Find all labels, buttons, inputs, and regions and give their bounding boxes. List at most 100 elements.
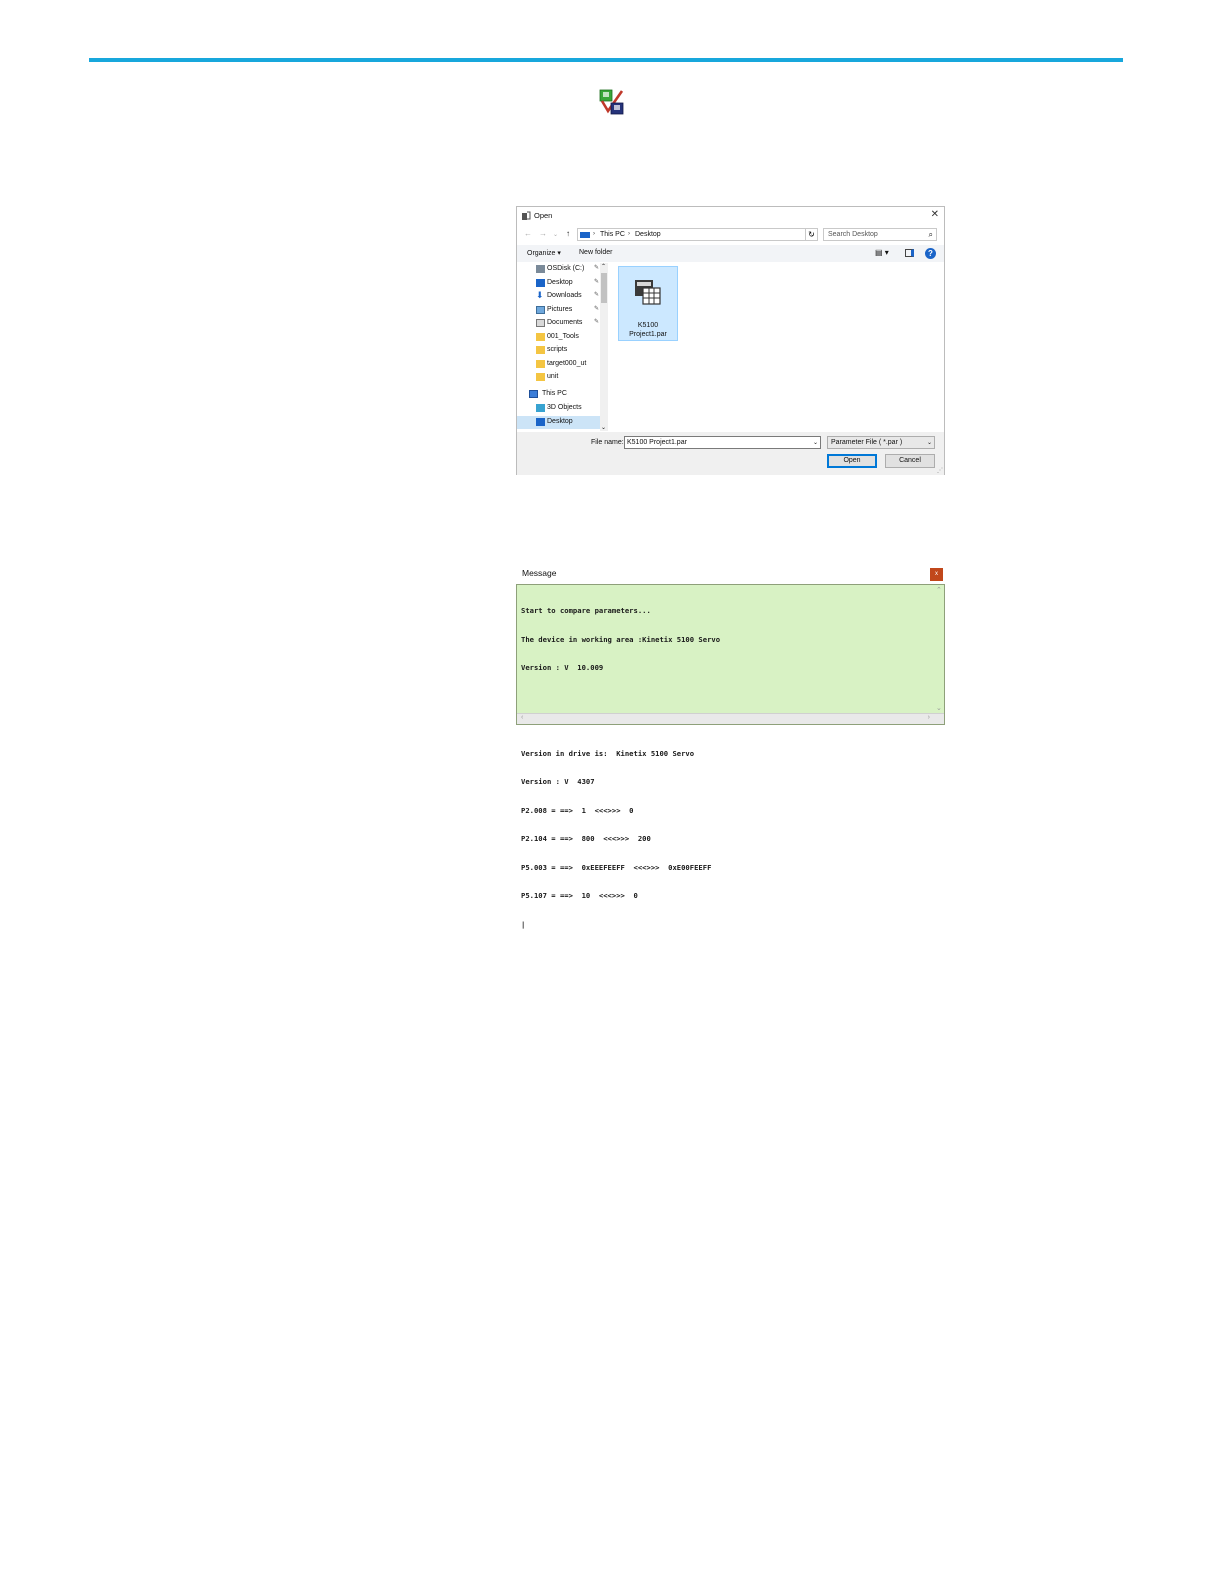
nav-item-desktop-selected[interactable]: Desktop [517, 416, 601, 429]
nav-item-001-tools[interactable]: 001_Tools [517, 331, 601, 344]
pin-icon: ✎ [593, 292, 599, 298]
breadcrumb-desktop[interactable]: Desktop [635, 231, 661, 238]
search-placeholder: Search Desktop [828, 231, 878, 238]
close-icon[interactable]: ✕ [931, 209, 939, 220]
file-name-field[interactable]: K5100 Project1.par ⌄ [624, 436, 821, 449]
open-dialog-icon [522, 211, 531, 220]
scroll-down-arrow-icon[interactable]: ⌄ [601, 424, 606, 431]
open-button[interactable]: Open [827, 454, 877, 468]
scroll-up-arrow-icon[interactable]: ⌃ [936, 586, 942, 594]
nav-item-downloads[interactable]: ⬇ Downloads ✎ [517, 290, 601, 303]
breadcrumb-chevron-icon[interactable]: › [593, 231, 595, 237]
header-rule [89, 58, 1123, 62]
new-folder-button[interactable]: New folder [579, 249, 612, 256]
chevron-down-icon[interactable]: ⌄ [813, 439, 818, 446]
search-input[interactable]: Search Desktop ⌕ [823, 228, 937, 241]
back-arrow-icon[interactable]: ← [524, 229, 532, 238]
navigation-pane: OSDisk (C:) ✎ Desktop ✎ ⬇ Downloads ✎ Pi… [517, 263, 608, 431]
message-title: Message [522, 568, 557, 578]
dialog-toolbar: Organize ▾ New folder ▤ ▾ ? [517, 245, 944, 262]
scroll-down-arrow-icon[interactable]: ⌄ [936, 704, 942, 712]
nav-item-label: Documents [547, 319, 583, 326]
nav-item-desktop[interactable]: Desktop ✎ [517, 277, 601, 290]
address-bar[interactable]: › This PC › Desktop ⌄ [577, 228, 818, 241]
file-type-select[interactable]: Parameter File ( *.par ) ⌄ [827, 436, 935, 449]
file-type-value: Parameter File ( *.par ) [831, 439, 903, 446]
scroll-thumb[interactable] [601, 273, 607, 303]
file-name-line2: Project1.par [629, 331, 667, 338]
documents-icon [536, 319, 545, 327]
resize-grip-icon[interactable]: ⋰ [937, 467, 943, 474]
message-line: P5.003 = ==> 0xEEEFEEFF <<<>>> 0xE00FEEF… [521, 862, 712, 872]
nav-item-target000-ut[interactable]: target000_ut [517, 358, 601, 371]
help-icon[interactable]: ? [925, 248, 936, 259]
cancel-button[interactable]: Cancel [885, 454, 935, 468]
address-row: ← → ⌄ ↑ › This PC › Desktop ⌄ ↻ Search D… [517, 227, 944, 243]
file-name-field-value: K5100 Project1.par [627, 439, 687, 446]
compare-parameters-icon[interactable] [598, 89, 625, 116]
message-line: P5.107 = ==> 10 <<<>>> 0 [521, 891, 638, 900]
message-line: P2.104 = ==> 800 <<<>>> 200 [521, 834, 651, 843]
refresh-icon[interactable]: ↻ [805, 229, 817, 241]
pin-icon: ✎ [593, 278, 599, 285]
nav-item-documents[interactable]: Documents ✎ [517, 317, 601, 330]
message-line: Version : V 10.009 [521, 663, 604, 672]
message-horizontal-scrollbar[interactable]: ‹ › [517, 713, 944, 724]
nav-item-pictures[interactable]: Pictures ✎ [517, 304, 601, 317]
nav-item-scripts[interactable]: scripts [517, 344, 601, 357]
nav-item-3d-objects[interactable]: 3D Objects [517, 402, 601, 415]
nav-item-label: Desktop [547, 278, 573, 286]
forward-arrow-icon[interactable]: → [539, 229, 547, 238]
chevron-down-icon[interactable]: ⌄ [927, 439, 932, 446]
nav-item-osdisk[interactable]: OSDisk (C:) ✎ [517, 263, 601, 276]
file-name-line1: K5100 [637, 322, 659, 329]
scroll-right-arrow-icon[interactable]: › [928, 714, 930, 721]
up-arrow-icon[interactable]: ↑ [566, 229, 570, 238]
dialog-title: Open [534, 211, 553, 220]
preview-pane-icon[interactable] [905, 249, 914, 257]
nav-item-this-pc[interactable]: This PC [517, 388, 601, 401]
desktop-icon [536, 418, 545, 426]
scroll-left-arrow-icon[interactable]: ‹ [521, 714, 523, 721]
nav-item-label: scripts [547, 346, 568, 353]
recent-locations-chevron-icon[interactable]: ⌄ [553, 231, 558, 238]
organize-menu-button[interactable]: Organize ▾ [527, 249, 561, 257]
folder-icon [536, 332, 545, 341]
computer-icon [529, 390, 538, 398]
this-pc-icon [580, 232, 590, 238]
message-line [521, 692, 720, 702]
dialog-footer: File name: K5100 Project1.par ⌄ Paramete… [517, 432, 944, 475]
nav-item-label: Downloads [547, 292, 582, 299]
nav-item-label: unit [547, 373, 559, 380]
pin-icon: ✎ [593, 265, 599, 271]
nav-scrollbar[interactable]: ⌃ ⌄ [600, 263, 608, 431]
3d-objects-icon [536, 404, 545, 412]
desktop-icon [536, 278, 545, 287]
search-icon[interactable]: ⌕ [929, 230, 933, 240]
message-line: Start to compare parameters... [521, 606, 651, 615]
nav-item-label: Pictures [547, 305, 573, 313]
message-close-icon[interactable]: x [930, 568, 943, 581]
message-output[interactable]: Start to compare parameters... The devic… [516, 584, 945, 929]
message-vertical-scrollbar[interactable]: ⌃ ⌄ [934, 585, 944, 713]
nav-item-unit[interactable]: unit [517, 371, 601, 384]
drive-icon [536, 265, 545, 273]
open-file-dialog: Open ✕ ← → ⌄ ↑ › This PC › Desktop ⌄ ↻ S… [516, 206, 945, 475]
pictures-icon [536, 305, 545, 314]
pin-icon: ✎ [593, 319, 599, 325]
change-view-icon[interactable]: ▤ ▾ [875, 248, 891, 258]
nav-item-label: Desktop [547, 418, 573, 425]
folder-icon [536, 359, 545, 368]
nav-item-label: This PC [542, 390, 567, 397]
breadcrumb-this-pc[interactable]: This PC [600, 231, 625, 238]
message-line: Version in drive is: Kinetix 5100 Servo [521, 748, 695, 758]
downloads-icon: ⬇ [536, 290, 544, 300]
breadcrumb-chevron-icon[interactable]: › [628, 231, 630, 237]
message-line: Version : V 4307 [521, 777, 595, 786]
file-item[interactable]: K5100 Project1.par [618, 266, 678, 341]
message-line: P2.008 = ==> 1 <<<>>> 0 [521, 805, 634, 815]
pin-icon: ✎ [593, 305, 599, 312]
folder-icon [536, 346, 545, 354]
scroll-up-arrow-icon[interactable]: ⌃ [601, 263, 606, 270]
nav-item-label: target000_ut [547, 359, 587, 367]
